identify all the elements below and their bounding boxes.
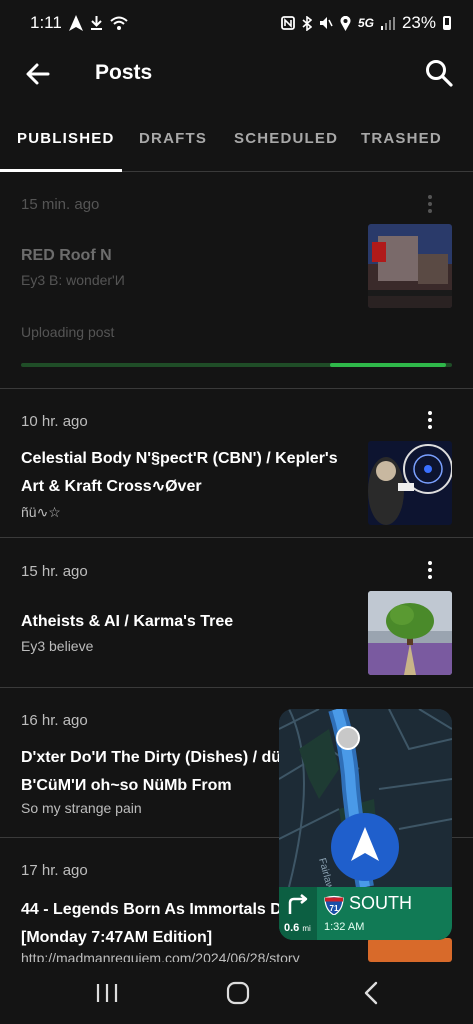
navigation-map-pip[interactable]: Fairlawn Dr 0.6 mi 71 SOUTH 1:32 AM (279, 709, 452, 940)
post-thumbnail (368, 441, 452, 525)
turn-distance-unit: mi (302, 924, 311, 933)
home-icon[interactable] (223, 980, 253, 1006)
navigation-arrow-icon (68, 15, 83, 31)
status-bar: 1:11 5G 23% (0, 0, 473, 46)
post-thumbnail (368, 224, 452, 308)
location-icon (340, 15, 351, 31)
tab-scheduled[interactable]: SCHEDULED (234, 130, 338, 147)
post-time: 17 hr. ago (21, 862, 88, 879)
search-icon[interactable] (423, 57, 455, 89)
app-bar: Posts (0, 46, 473, 102)
battery-icon (443, 16, 451, 30)
post-subtitle: ñü∿☆ (21, 504, 61, 520)
route-direction: SOUTH (349, 893, 412, 913)
nfc-icon (281, 16, 295, 30)
signal-icon (380, 17, 395, 30)
mute-icon (319, 17, 333, 29)
system-back-icon[interactable] (357, 980, 387, 1006)
network-type: 5G (357, 16, 374, 30)
battery-percent: 23% (401, 13, 436, 32)
post-title: Celestial Body N'§pect'R (CBN') / Kepler… (21, 450, 338, 495)
post-item[interactable]: 10 hr. ago Celestial Body N'§pect'R (CBN… (0, 389, 473, 537)
upload-status-label: Uploading post (21, 324, 115, 340)
tab-published[interactable]: PUBLISHED (17, 130, 114, 147)
post-title: Atheists & AI / Karma's Tree (21, 613, 234, 630)
route-number: 71 (330, 904, 339, 913)
post-thumbnail (368, 591, 452, 675)
download-icon (90, 16, 102, 30)
post-item[interactable]: 15 hr. ago Atheists & AI / Karma's Tree … (0, 538, 473, 687)
post-item-uploading[interactable]: 15 min. ago RED Roof N Ey3 B: wonder'И U… (0, 172, 473, 388)
post-subtitle: Ey3 B: wonder'И (21, 272, 125, 288)
status-time: 1:11 (30, 13, 62, 32)
tab-bar: PUBLISHED DRAFTS SCHEDULED TRASHED (0, 118, 473, 172)
map-view: Fairlawn Dr (279, 709, 452, 910)
post-subtitle: http://madmanrequiem.com/2024/06/28/stor… (21, 950, 300, 962)
turn-instruction-banner: 0.6 mi 71 SOUTH 1:32 AM (279, 887, 452, 940)
post-time: 16 hr. ago (21, 712, 88, 729)
post-time: 10 hr. ago (21, 413, 88, 430)
page-title: Posts (95, 61, 153, 84)
post-time: 15 hr. ago (21, 563, 88, 580)
more-options-icon[interactable] (418, 408, 442, 432)
back-arrow-icon[interactable] (22, 58, 54, 90)
wifi-icon (110, 16, 128, 30)
recent-apps-icon[interactable] (92, 980, 122, 1006)
system-nav-bar (0, 962, 473, 1024)
turn-right-arrow-icon (288, 894, 308, 914)
more-options-icon[interactable] (418, 558, 442, 582)
interstate-shield-icon: 71 (324, 895, 344, 915)
tab-trashed[interactable]: TRASHED (361, 130, 442, 147)
tab-drafts[interactable]: DRAFTS (139, 130, 207, 147)
post-subtitle: Ey3 believe (21, 638, 94, 654)
more-options-icon[interactable] (418, 192, 442, 216)
post-subtitle: So my strange pain (21, 800, 142, 816)
upload-progress-fill (330, 363, 446, 367)
post-thumbnail (368, 938, 452, 962)
status-left: 1:11 (30, 13, 128, 33)
post-title: RED Roof N (21, 247, 112, 264)
post-time: 15 min. ago (21, 196, 100, 213)
status-right: 5G 23% (281, 13, 451, 33)
bluetooth-icon (302, 15, 312, 31)
arrival-time: 1:32 AM (324, 921, 365, 933)
upload-progress-bar (21, 363, 452, 367)
turn-distance-value: 0.6 (284, 922, 300, 934)
turn-distance: 0.6 mi (284, 922, 311, 934)
